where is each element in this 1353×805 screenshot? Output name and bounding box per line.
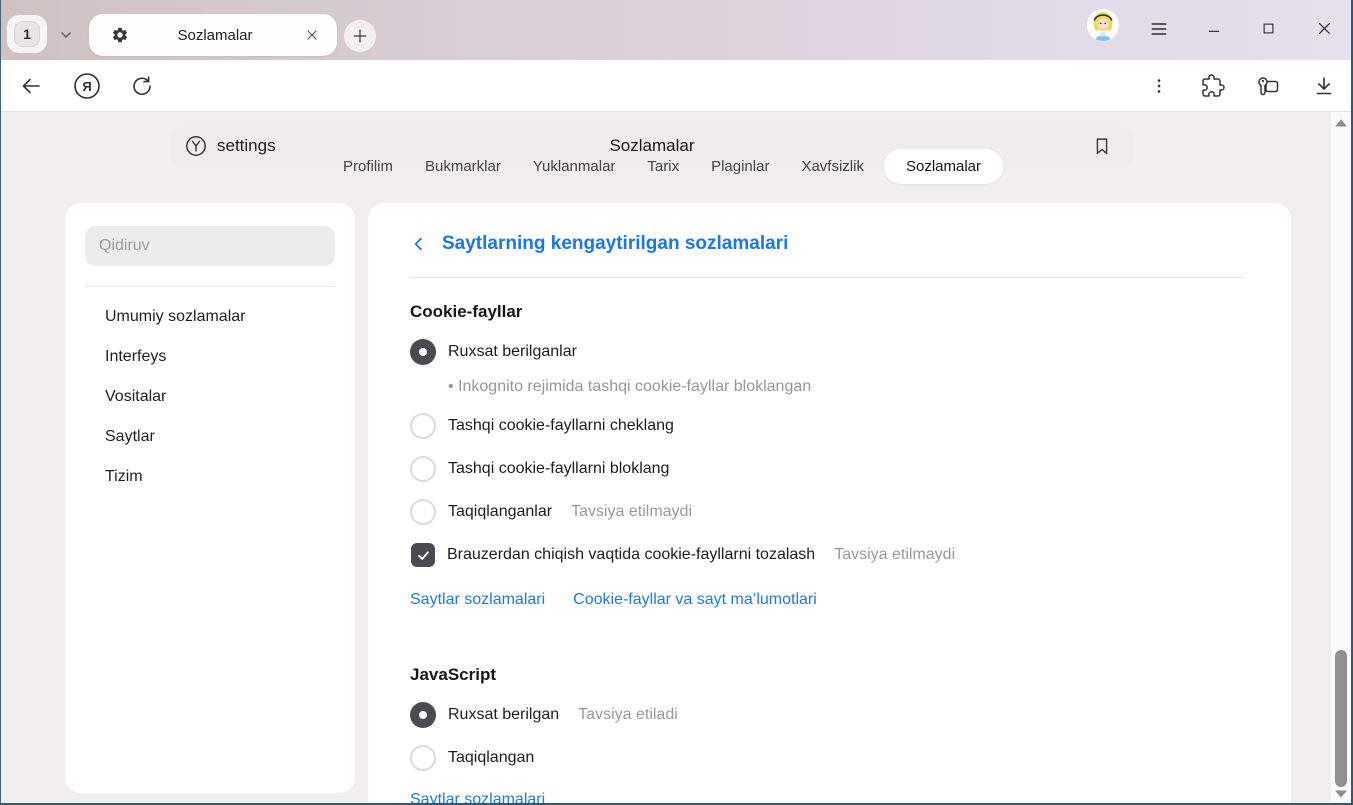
radio-label: Ruxsat berilgan (448, 706, 559, 724)
radio-label: Tashqi cookie-fayllarni cheklang (448, 417, 674, 435)
password-manager-icon[interactable] (1253, 71, 1283, 101)
browser-window: 1 Sozlamalar (0, 0, 1353, 805)
content-divider (410, 277, 1245, 278)
back-navigation[interactable]: Saytlarning kengaytirilgan sozlamalari (410, 233, 1245, 255)
not-recommended-hint: Tavsiya etilmaydi (834, 546, 955, 564)
link-cookies-site-data[interactable]: Cookie-fayllar va sayt ma’lumotlari (573, 591, 817, 609)
checkbox-checked-icon[interactable] (411, 543, 435, 567)
back-icon[interactable] (16, 71, 46, 101)
javascript-section-title: JavaScript (410, 665, 1245, 685)
back-chevron-icon (410, 235, 428, 253)
settings-nav-tabs: Profilim Bukmarklar Yuklanmalar Tarix Pl… (1, 146, 1333, 186)
radio-cookies-blocked[interactable]: Taqiqlanganlar Tavsiya etilmaydi (410, 499, 1245, 525)
search-input[interactable] (85, 226, 335, 266)
new-tab-button[interactable] (344, 20, 376, 52)
not-recommended-hint: Tavsiya etilmaydi (571, 503, 692, 521)
browser-menu-icon[interactable] (1144, 14, 1174, 44)
radio-label: Ruxsat berilganlar (448, 343, 577, 361)
radio-js-allowed[interactable]: Ruxsat berilgan Tavsiya etiladi (410, 702, 1245, 728)
cookies-incognito-note: • Inkognito rejimida tashqi cookie-fayll… (448, 378, 1245, 396)
radio-unselected-icon[interactable] (410, 745, 436, 771)
scroll-down-icon[interactable] (1334, 789, 1348, 799)
sidebar-item-umumiy-sozlamalar[interactable]: Umumiy sozlamalar (85, 297, 335, 337)
settings-sidebar: Umumiy sozlamalar Interfeys Vositalar Sa… (65, 203, 355, 793)
tab-sozlamalar[interactable]: Sozlamalar (884, 149, 1003, 184)
tab-title: Sozlamalar (129, 27, 301, 44)
settings-main-panel: Saytlarning kengaytirilgan sozlamalari C… (368, 203, 1291, 805)
user-avatar[interactable] (1087, 9, 1119, 41)
page-scrollbar[interactable] (1331, 112, 1351, 803)
radio-unselected-icon[interactable] (410, 499, 436, 525)
scrollbar-thumb[interactable] (1335, 650, 1347, 787)
checkbox-label: Brauzerdan chiqish vaqtida cookie-faylla… (447, 546, 815, 564)
window-minimize-button[interactable] (1197, 12, 1231, 44)
radio-selected-icon[interactable] (410, 339, 436, 365)
window-maximize-button[interactable] (1251, 12, 1285, 44)
svg-text:Я: Я (82, 79, 91, 94)
checkbox-clear-cookies-on-exit[interactable]: Brauzerdan chiqish vaqtida cookie-faylla… (410, 542, 1245, 568)
sidebar-divider (85, 286, 335, 287)
tab-counter-button[interactable]: 1 (7, 15, 47, 53)
more-options-icon[interactable] (1144, 71, 1174, 101)
tab-xavfsizlik[interactable]: Xavfsizlik (789, 149, 876, 184)
tab-strip: 1 Sozlamalar (1, 0, 1351, 60)
link-js-site-settings[interactable]: Saytlar sozlamalari (410, 791, 545, 805)
extensions-puzzle-icon[interactable] (1198, 71, 1228, 101)
tab-plaginlar[interactable]: Plaginlar (699, 149, 781, 184)
recommended-hint: Tavsiya etiladi (578, 706, 678, 724)
radio-selected-icon[interactable] (410, 702, 436, 728)
yandex-logo-icon[interactable]: Я (72, 71, 102, 101)
sidebar-item-interfeys[interactable]: Interfeys (85, 337, 335, 377)
browser-toolbar: Я settings Sozlamalar (1, 60, 1351, 112)
radio-unselected-icon[interactable] (410, 456, 436, 482)
cookies-section-title: Cookie-fayllar (410, 302, 1245, 322)
radio-unselected-icon[interactable] (410, 413, 436, 439)
radio-cookies-restrict-thirdparty[interactable]: Tashqi cookie-fayllarni cheklang (410, 413, 1245, 439)
tab-close-icon[interactable] (301, 24, 323, 46)
reload-icon[interactable] (127, 71, 157, 101)
section-back-heading: Saytlarning kengaytirilgan sozlamalari (442, 233, 788, 255)
gear-icon (111, 26, 129, 44)
tab-bukmarklar[interactable]: Bukmarklar (413, 149, 513, 184)
radio-cookies-block-thirdparty[interactable]: Tashqi cookie-fayllarni bloklang (410, 456, 1245, 482)
browser-tab-sozlamalar[interactable]: Sozlamalar (89, 14, 337, 56)
tab-list-chevron-down-icon[interactable] (53, 22, 79, 48)
radio-label: Taqiqlangan (448, 749, 534, 767)
scroll-up-icon[interactable] (1334, 118, 1348, 128)
tab-profilim[interactable]: Profilim (331, 149, 405, 184)
radio-label: Taqiqlanganlar (448, 503, 552, 521)
window-close-button[interactable] (1307, 12, 1341, 44)
sidebar-item-tizim[interactable]: Tizim (85, 457, 335, 497)
sidebar-item-saytlar[interactable]: Saytlar (85, 417, 335, 457)
link-site-settings[interactable]: Saytlar sozlamalari (410, 591, 545, 609)
radio-js-blocked[interactable]: Taqiqlangan (410, 745, 1245, 771)
downloads-icon[interactable] (1309, 71, 1339, 101)
tab-tarix[interactable]: Tarix (635, 149, 691, 184)
tab-count: 1 (14, 21, 40, 47)
radio-cookies-allowed[interactable]: Ruxsat berilganlar (410, 339, 1245, 365)
sidebar-item-vositalar[interactable]: Vositalar (85, 377, 335, 417)
radio-label: Tashqi cookie-fayllarni bloklang (448, 460, 669, 478)
tab-yuklanmalar[interactable]: Yuklanmalar (521, 149, 628, 184)
